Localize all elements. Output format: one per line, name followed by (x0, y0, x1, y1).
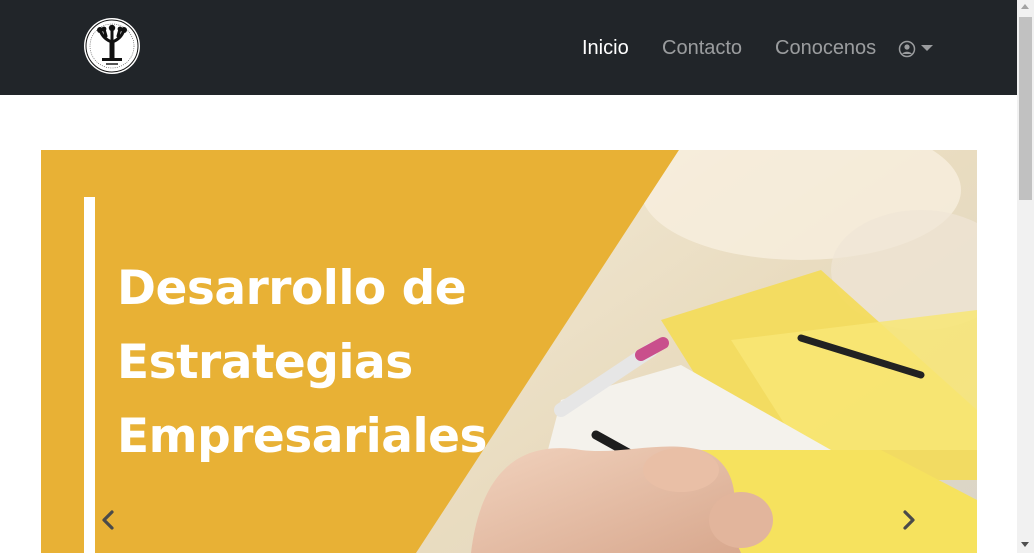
hero-carousel: Desarrollo de Estrategias Empresariales (41, 150, 977, 553)
nav-links: Inicio Contacto Conocenos (0, 35, 1017, 61)
slide-title-line: Desarrollo de (117, 261, 467, 316)
slide-title-line: Empresariales (117, 409, 487, 464)
carousel-prev-button[interactable] (94, 505, 124, 535)
slide-title-line: Estrategias (117, 335, 413, 390)
carousel-next-button[interactable] (893, 505, 923, 535)
chevron-left-icon (102, 510, 114, 530)
navbar: Inicio Contacto Conocenos (0, 0, 1017, 95)
nav-link-conocenos[interactable]: Conocenos (775, 35, 876, 61)
caret-down-icon (921, 45, 933, 51)
page-scrollbar[interactable] (1017, 0, 1034, 553)
scroll-up-arrow-icon[interactable] (1021, 4, 1029, 9)
user-circle-icon (898, 40, 916, 58)
chevron-right-icon (903, 510, 915, 530)
slide-accent-bar (84, 197, 95, 553)
user-dropdown-toggle[interactable] (898, 38, 934, 60)
nav-link-contacto[interactable]: Contacto (662, 35, 742, 61)
scroll-down-arrow-icon[interactable] (1021, 542, 1029, 547)
nav-link-inicio[interactable]: Inicio (582, 35, 629, 61)
slide-title: Desarrollo de Estrategias Empresariales (117, 252, 487, 474)
scrollbar-thumb[interactable] (1019, 17, 1032, 200)
